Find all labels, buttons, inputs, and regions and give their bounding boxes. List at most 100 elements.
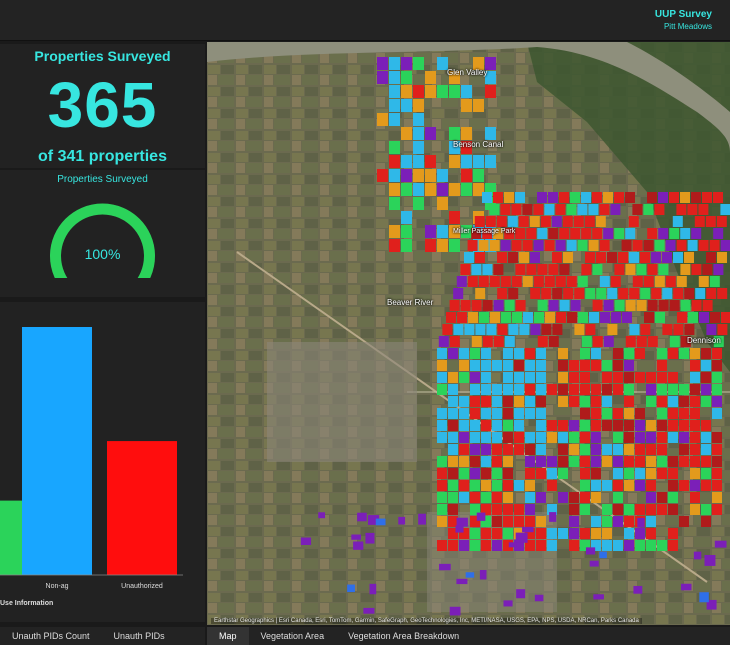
parcel (603, 228, 614, 239)
parcel (624, 396, 634, 407)
parcel (591, 408, 601, 419)
parcel (706, 288, 717, 299)
parcel (459, 408, 469, 419)
parcel (522, 204, 533, 215)
parcel (567, 312, 577, 323)
gauge-panel: Properties Surveyed 100% (0, 170, 205, 297)
parcel (545, 312, 555, 323)
parcel (559, 228, 570, 239)
parcel (569, 516, 579, 527)
parcel (425, 169, 436, 182)
parcel (481, 408, 491, 419)
parcel (493, 300, 504, 311)
parcel (413, 141, 424, 154)
parcel (558, 468, 568, 479)
map-label: Benson Canal (453, 140, 504, 149)
parcel (624, 480, 634, 491)
parcel (413, 169, 424, 182)
parcel (613, 480, 623, 491)
parcel (413, 183, 424, 196)
parcel (482, 336, 493, 347)
parcel (377, 57, 388, 70)
parcel (555, 240, 566, 251)
parcel (688, 312, 698, 323)
parcel (701, 444, 711, 455)
parcel (585, 252, 595, 263)
parcel (613, 432, 623, 443)
parcel (679, 348, 689, 359)
parcel (580, 480, 590, 491)
parcel (607, 324, 618, 335)
parcel (585, 324, 596, 335)
parcel (580, 444, 590, 455)
parcel (651, 252, 661, 263)
tab-unauth-pids[interactable]: Unauth PIDs (102, 627, 177, 645)
parcel (569, 384, 579, 395)
parcel (437, 516, 447, 527)
map-label: Glen Valley (447, 68, 488, 77)
parcel (492, 360, 502, 371)
parcel (714, 540, 727, 548)
parcel (401, 71, 412, 84)
parcel (589, 560, 599, 567)
parcel (536, 540, 546, 551)
parcel (401, 169, 412, 182)
parcel (492, 420, 502, 431)
parcel (585, 288, 596, 299)
tab-map[interactable]: Map (207, 627, 249, 645)
parcel (574, 324, 585, 335)
parcel (389, 85, 400, 98)
parcel (461, 85, 472, 98)
tab-unauth-pids-count[interactable]: Unauth PIDs Count (0, 627, 102, 645)
parcel (635, 372, 645, 383)
bar[interactable] (22, 327, 92, 575)
parcel (525, 348, 535, 359)
parcel (536, 408, 546, 419)
parcel (591, 432, 601, 443)
parcel (503, 528, 513, 539)
parcel (514, 396, 524, 407)
parcel (591, 360, 601, 371)
parcel (437, 468, 447, 479)
parcel (673, 324, 684, 335)
parcel (581, 264, 592, 275)
parcel (640, 324, 651, 335)
parcel (613, 408, 623, 419)
tab-vegetation-area-breakdown[interactable]: Vegetation Area Breakdown (336, 627, 471, 645)
parcel (580, 360, 590, 371)
parcel (481, 432, 491, 443)
map-view[interactable]: Glen Valley Benson Canal Beaver River De… (207, 42, 730, 625)
parcel (701, 468, 711, 479)
gauge-fill (50, 203, 155, 278)
parcel (712, 360, 722, 371)
parcel (635, 456, 645, 467)
parcel (690, 444, 700, 455)
parcel (668, 384, 678, 395)
parcel (461, 155, 472, 168)
parcel (389, 169, 400, 182)
parcel (547, 456, 557, 467)
parcel (460, 300, 471, 311)
parcel (668, 432, 678, 443)
parcel (633, 585, 643, 594)
parcel (522, 526, 534, 533)
parcel (501, 312, 511, 323)
parcel (640, 288, 651, 299)
parcel (657, 540, 667, 551)
parcel (536, 492, 546, 503)
parcel (481, 396, 491, 407)
parcel (720, 240, 730, 251)
tab-vegetation-area[interactable]: Vegetation Area (249, 627, 337, 645)
parcel (536, 528, 546, 539)
bar[interactable] (107, 441, 177, 575)
parcel (503, 396, 513, 407)
parcel (602, 516, 612, 527)
parcel (602, 384, 612, 395)
map-canvas[interactable] (207, 42, 730, 625)
parcel (508, 542, 517, 548)
parcel (503, 384, 513, 395)
parcel (635, 420, 645, 431)
parcel (602, 504, 612, 515)
parcel (492, 504, 502, 515)
parcel (591, 420, 601, 431)
